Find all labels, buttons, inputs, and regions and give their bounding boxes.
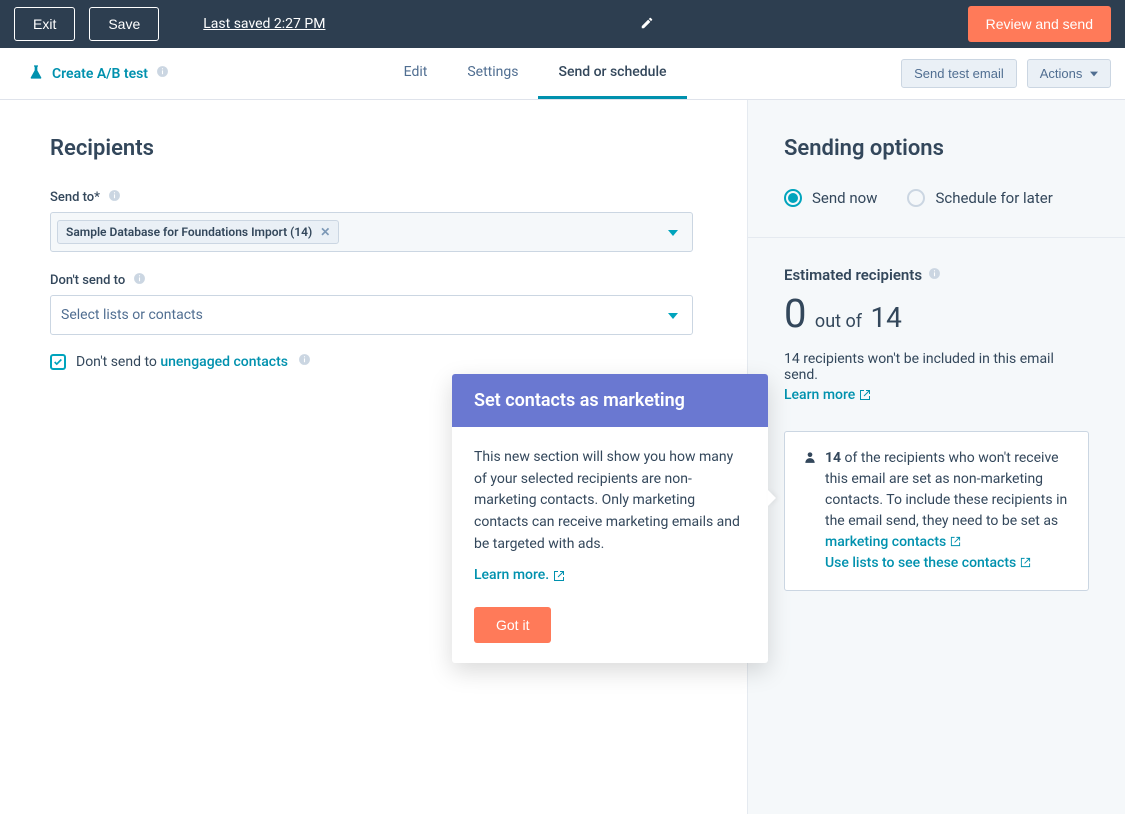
info-icon[interactable]	[156, 65, 169, 82]
remove-chip-icon[interactable]: ✕	[320, 225, 330, 239]
last-saved-label[interactable]: Last saved 2:27 PM	[203, 16, 325, 32]
topbar: Exit Save Last saved 2:27 PM Review and …	[0, 0, 1125, 48]
got-it-button[interactable]: Got it	[474, 607, 551, 643]
subbar: Create A/B test Edit Settings Send or sc…	[0, 48, 1125, 100]
unengaged-checkbox-row[interactable]: Don't send to unengaged contacts	[50, 353, 697, 370]
save-button[interactable]: Save	[89, 7, 159, 41]
estimated-recipients-label: Estimated recipients	[784, 266, 1089, 284]
tab-settings[interactable]: Settings	[447, 48, 538, 99]
callout-text: of the recipients who won't receive this…	[825, 450, 1067, 529]
chevron-down-icon	[668, 307, 678, 323]
main-area: Recipients Send to* Sample Database for …	[0, 100, 1125, 814]
external-link-icon	[859, 389, 871, 401]
unengaged-contacts-link[interactable]: unengaged contacts	[160, 354, 288, 370]
person-icon	[803, 450, 817, 471]
edit-title-icon[interactable]	[640, 15, 654, 34]
actions-label: Actions	[1040, 66, 1083, 81]
send-to-select[interactable]: Sample Database for Foundations Import (…	[50, 212, 693, 252]
unengaged-label: Don't send to unengaged contacts	[76, 354, 288, 370]
use-lists-link[interactable]: Use lists to see these contacts	[825, 555, 1031, 571]
radio-send-now[interactable]: Send now	[784, 189, 877, 207]
popover-title: Set contacts as marketing	[452, 374, 768, 427]
exit-button[interactable]: Exit	[14, 7, 75, 41]
external-link-icon	[950, 536, 961, 547]
learn-more-link[interactable]: Learn more	[784, 387, 871, 403]
recipients-note: 14 recipients won't be included in this …	[784, 351, 1089, 383]
actions-dropdown[interactable]: Actions	[1027, 59, 1111, 88]
sending-options-panel: Sending options Send now Schedule for la…	[747, 100, 1125, 814]
dont-send-placeholder: Select lists or contacts	[61, 307, 203, 323]
info-icon[interactable]	[298, 353, 311, 370]
info-icon[interactable]	[133, 272, 146, 289]
radio-unselected-icon	[907, 189, 925, 207]
popover-learn-more-link[interactable]: Learn more.	[474, 565, 565, 587]
send-to-label: Send to*	[50, 189, 697, 206]
checkbox-checked-icon[interactable]	[50, 354, 66, 370]
recipients-panel: Recipients Send to* Sample Database for …	[0, 100, 747, 814]
send-test-email-button[interactable]: Send test email	[901, 59, 1017, 88]
sending-heading: Sending options	[784, 136, 1089, 161]
chevron-down-icon	[1090, 70, 1098, 78]
divider	[748, 237, 1125, 238]
tab-edit[interactable]: Edit	[384, 48, 448, 99]
flask-icon	[28, 64, 44, 84]
send-to-chip: Sample Database for Foundations Import (…	[57, 220, 339, 244]
radio-schedule-later[interactable]: Schedule for later	[907, 189, 1052, 207]
callout-count: 14	[825, 450, 841, 466]
marketing-contacts-link[interactable]: marketing contacts	[825, 534, 961, 550]
info-icon[interactable]	[108, 189, 121, 206]
ab-test-label: Create A/B test	[52, 66, 148, 82]
radio-selected-icon	[784, 189, 802, 207]
recipients-heading: Recipients	[50, 136, 697, 161]
info-icon[interactable]	[928, 267, 941, 284]
popover-body-text: This new section will show you how many …	[474, 447, 746, 555]
dont-send-select[interactable]: Select lists or contacts	[50, 295, 693, 335]
tab-send-or-schedule[interactable]: Send or schedule	[538, 48, 686, 99]
external-link-icon	[1020, 557, 1031, 568]
popover-arrow	[768, 490, 776, 506]
tabs: Edit Settings Send or schedule	[169, 48, 901, 99]
estimated-recipients-value: 0 out of 14	[784, 290, 1089, 337]
external-link-icon	[553, 570, 565, 582]
review-and-send-button[interactable]: Review and send	[968, 6, 1111, 42]
create-ab-test-link[interactable]: Create A/B test	[14, 48, 169, 99]
dont-send-label: Don't send to	[50, 272, 697, 289]
marketing-popover: Set contacts as marketing This new secti…	[452, 374, 768, 663]
chevron-down-icon	[668, 224, 678, 240]
marketing-contacts-callout: 14 of the recipients who won't receive t…	[784, 431, 1089, 591]
